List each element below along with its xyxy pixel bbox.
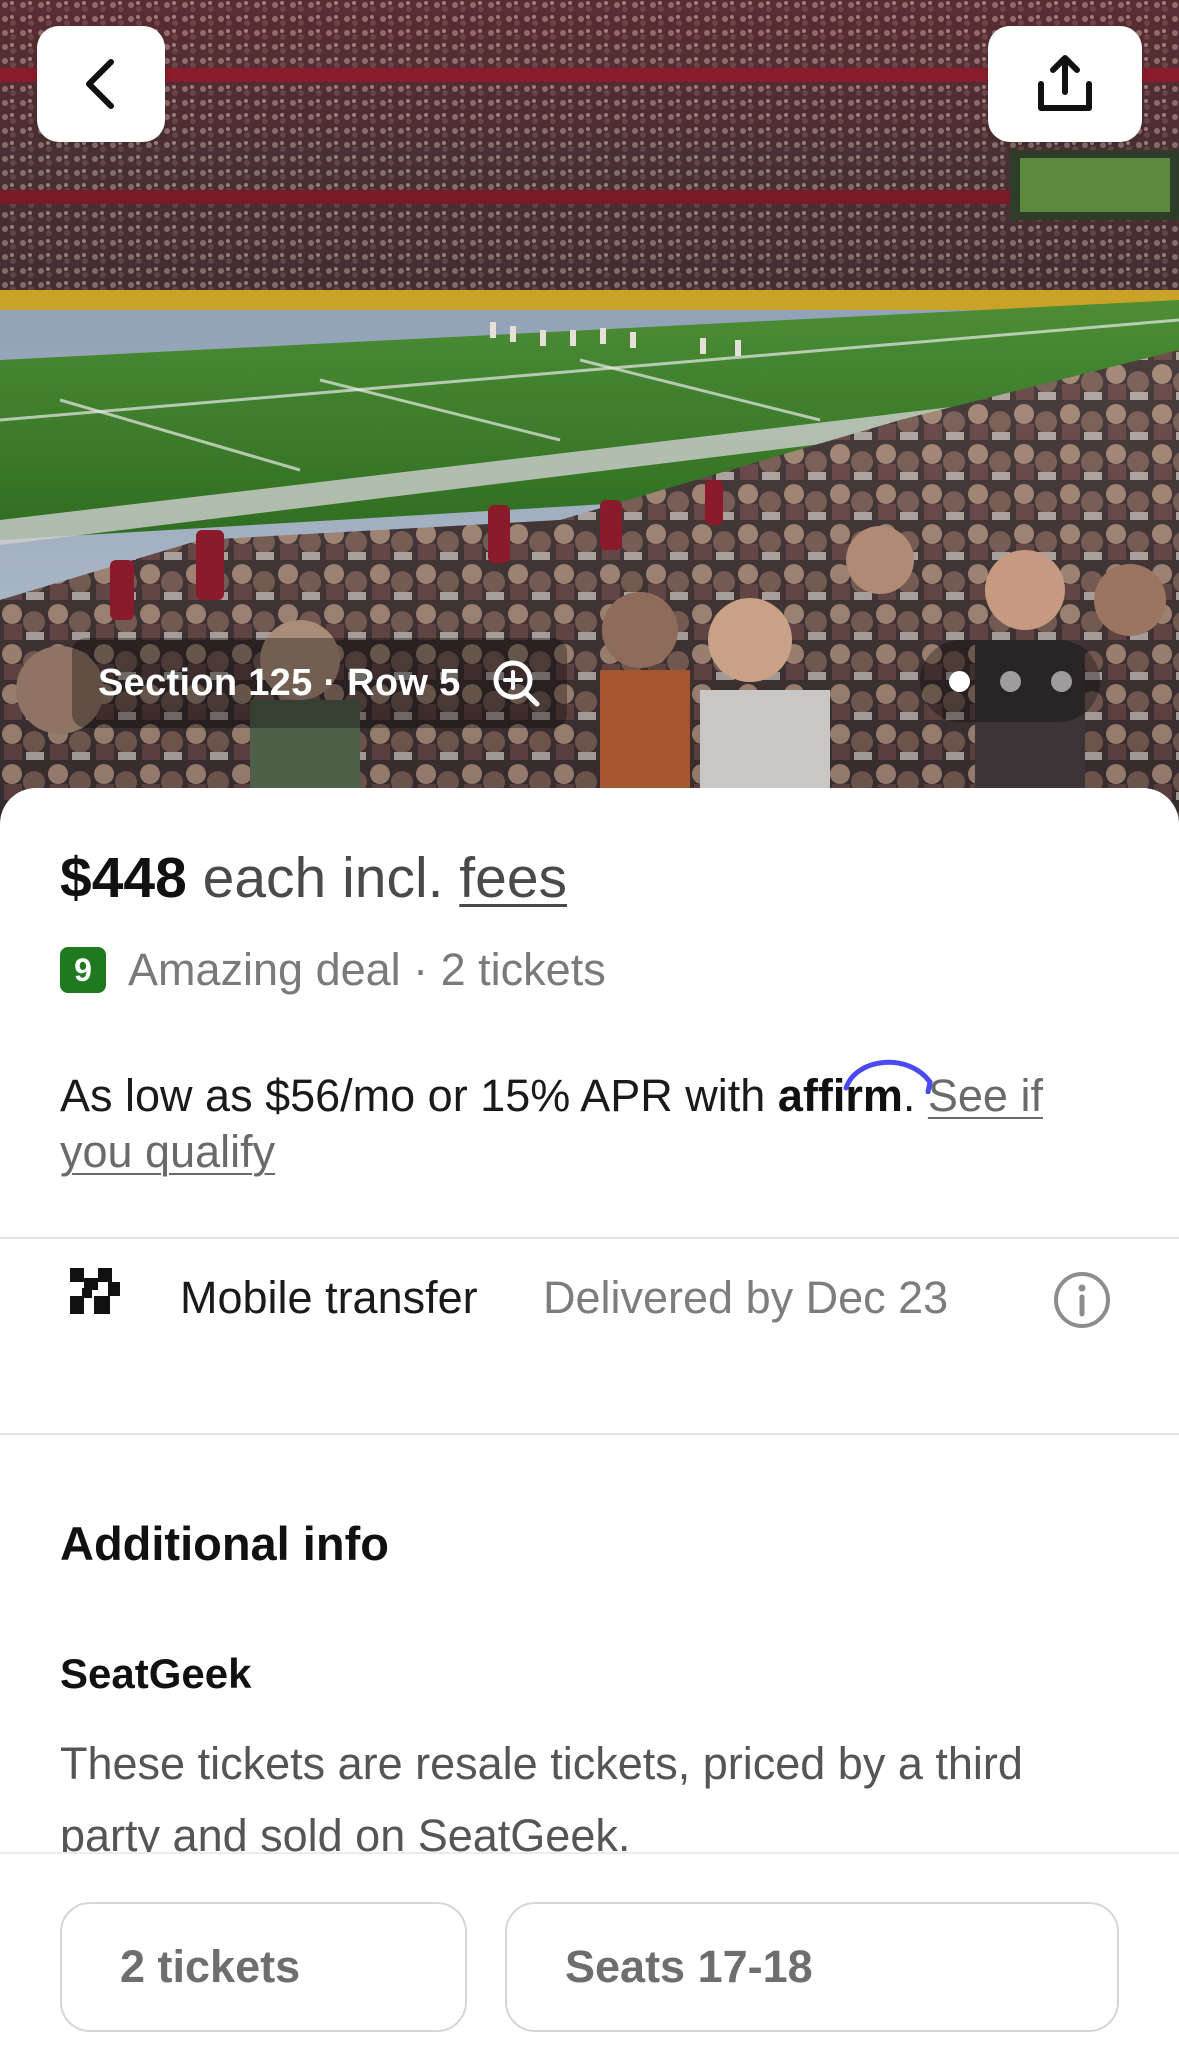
zoom-in-icon[interactable] bbox=[491, 658, 541, 708]
delivery-date: Delivered by Dec 23 bbox=[543, 1272, 949, 1323]
deal-line: 9 Amazing deal · 2 tickets bbox=[60, 944, 606, 996]
deal-text: Amazing deal · 2 tickets bbox=[128, 944, 606, 995]
deal-score-badge: 9 bbox=[60, 947, 106, 993]
gallery-dot-2[interactable] bbox=[999, 670, 1021, 692]
section-row-chip[interactable]: Section 125 · Row 5 bbox=[72, 638, 567, 728]
gallery-pagination[interactable] bbox=[920, 640, 1100, 722]
seller-description: These tickets are resale tickets, priced… bbox=[60, 1738, 1023, 1861]
financing-line: As low as $56/mo or 15% APR with affirm.… bbox=[60, 1059, 1120, 1180]
additional-info-title: Additional info bbox=[60, 1517, 389, 1570]
info-icon[interactable] bbox=[1052, 1270, 1112, 1330]
bottom-action-bar: 2 tickets Seats 17-18 bbox=[0, 1852, 1179, 2047]
price-amount: $448 bbox=[60, 846, 187, 910]
seat-view-image[interactable]: Section 125 · Row 5 bbox=[0, 0, 1179, 830]
listing-detail-screen: Section 125 · Row 5 $448 each incl. fees… bbox=[0, 0, 1179, 2047]
section-row-label: Section 125 · Row 5 bbox=[98, 661, 461, 704]
back-button[interactable] bbox=[37, 26, 165, 142]
price-line: $448 each incl. fees bbox=[60, 850, 567, 907]
divider bbox=[0, 1433, 1179, 1435]
delivery-row[interactable]: Mobile transfer Delivered by Dec 23 bbox=[0, 1238, 1179, 1358]
share-icon bbox=[1038, 55, 1092, 111]
financing-text: As low as $56/mo or 15% APR with bbox=[60, 1070, 778, 1121]
fees-link[interactable]: fees bbox=[459, 846, 567, 910]
delivery-method: Mobile transfer bbox=[180, 1272, 478, 1323]
qr-code-icon bbox=[70, 1268, 120, 1314]
gallery-dot-1[interactable] bbox=[948, 670, 970, 692]
quantity-selector[interactable]: 2 tickets bbox=[60, 1902, 467, 2032]
gallery-dot-3[interactable] bbox=[1050, 670, 1072, 692]
seller-name: SeatGeek bbox=[60, 1650, 252, 1697]
affirm-logo: affirm bbox=[778, 1059, 933, 1124]
seats-selector[interactable]: Seats 17-18 bbox=[505, 1902, 1119, 2032]
share-button[interactable] bbox=[988, 26, 1142, 142]
price-suffix: each incl. bbox=[186, 846, 460, 910]
affirm-arc-icon bbox=[843, 1059, 933, 1094]
chevron-left-icon bbox=[86, 59, 114, 109]
